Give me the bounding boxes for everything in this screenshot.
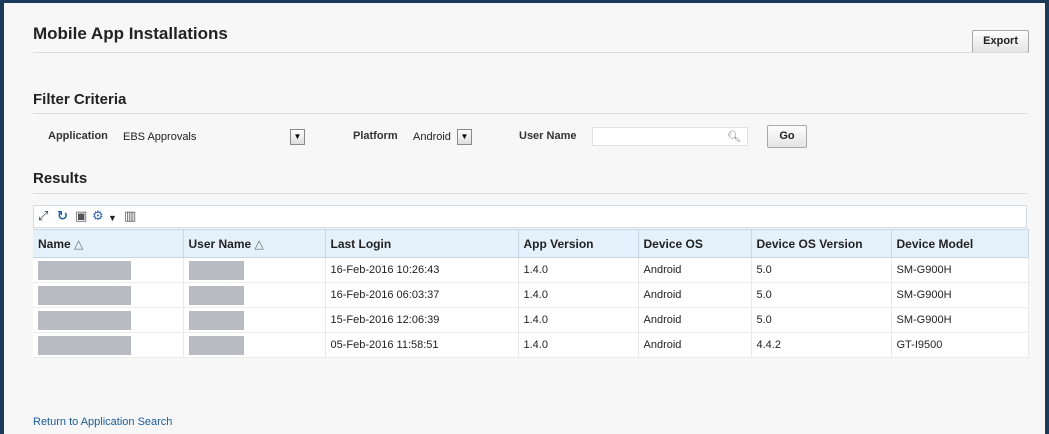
user-name-label: User Name <box>519 130 577 142</box>
results-table: Name △ User Name △ Last Login App Versio… <box>33 229 1029 358</box>
os-version-cell: 5.0 <box>751 282 892 308</box>
device-model-cell: SM-G900H <box>891 257 1029 283</box>
column-header-user-name[interactable]: User Name △ <box>183 229 326 258</box>
redacted-block <box>38 285 131 305</box>
last-login-cell: 16-Feb-2016 06:03:37 <box>325 282 519 308</box>
chevron-down-icon[interactable]: ▼ <box>290 129 305 145</box>
results-heading: Results <box>33 170 88 187</box>
column-header-app-version[interactable]: App Version <box>518 229 639 258</box>
user-name-cell <box>183 307 326 333</box>
device-os-cell: Android <box>638 332 752 358</box>
table-row[interactable]: 16-Feb-2016 10:26:43 1.4.0 Android 5.0 S… <box>33 257 1029 283</box>
last-login-cell: 15-Feb-2016 12:06:39 <box>325 307 519 333</box>
redacted-block <box>38 335 131 355</box>
filter-divider <box>33 113 1027 114</box>
dropdown-caret-icon[interactable]: ▼ <box>108 211 117 225</box>
column-header-last-login[interactable]: Last Login <box>325 229 519 258</box>
redacted-block <box>38 260 131 280</box>
column-header-device-os[interactable]: Device OS <box>638 229 752 258</box>
table-row[interactable]: 16-Feb-2016 06:03:37 1.4.0 Android 5.0 S… <box>33 282 1029 308</box>
redacted-block <box>188 260 244 280</box>
device-model-cell: SM-G900H <box>891 307 1029 333</box>
sort-icon[interactable]: △ <box>74 237 83 251</box>
column-header-device-model[interactable]: Device Model <box>891 229 1029 258</box>
name-cell <box>33 307 184 333</box>
app-version-cell: 1.4.0 <box>518 257 639 283</box>
search-icon[interactable]: 🔍︎ <box>727 130 741 143</box>
last-login-cell: 16-Feb-2016 10:26:43 <box>325 257 519 283</box>
platform-value: Android <box>413 131 451 143</box>
sort-icon[interactable]: △ <box>255 237 264 251</box>
columns-icon[interactable]: ▥ <box>124 209 136 223</box>
user-name-input[interactable]: 🔍︎ <box>592 127 748 146</box>
column-header-device-os-version[interactable]: Device OS Version <box>751 229 892 258</box>
platform-select[interactable]: Android ▼ <box>410 128 476 146</box>
os-version-cell: 4.4.2 <box>751 332 892 358</box>
freeze-icon[interactable]: ▣ <box>75 209 87 223</box>
refresh-icon[interactable]: ↻ <box>57 209 68 223</box>
app-version-cell: 1.4.0 <box>518 332 639 358</box>
user-name-cell <box>183 257 326 283</box>
name-cell <box>33 332 184 358</box>
platform-label: Platform <box>353 130 398 142</box>
application-select[interactable]: EBS Approvals ▼ <box>120 128 306 146</box>
user-name-cell <box>183 282 326 308</box>
device-os-cell: Android <box>638 307 752 333</box>
redacted-block <box>188 285 244 305</box>
device-model-cell: GT-I9500 <box>891 332 1029 358</box>
device-os-cell: Android <box>638 257 752 283</box>
chevron-down-icon[interactable]: ▼ <box>457 129 472 145</box>
results-toolbar: ⤢ ↻ ▣ ⚙ ▼ ▥ <box>33 205 1027 228</box>
table-row[interactable]: 05-Feb-2016 11:58:51 1.4.0 Android 4.4.2… <box>33 332 1029 358</box>
gear-icon[interactable]: ⚙ <box>92 209 104 223</box>
name-cell <box>33 257 184 283</box>
go-button[interactable]: Go <box>767 125 807 148</box>
table-header-row: Name △ User Name △ Last Login App Versio… <box>33 229 1029 258</box>
redacted-block <box>38 310 131 330</box>
os-version-cell: 5.0 <box>751 257 892 283</box>
results-divider <box>33 193 1027 194</box>
device-model-cell: SM-G900H <box>891 282 1029 308</box>
os-version-cell: 5.0 <box>751 307 892 333</box>
title-divider <box>33 52 1027 53</box>
column-header-name[interactable]: Name △ <box>33 229 184 258</box>
app-version-cell: 1.4.0 <box>518 307 639 333</box>
last-login-cell: 05-Feb-2016 11:58:51 <box>325 332 519 358</box>
redacted-block <box>188 310 244 330</box>
export-button[interactable]: Export <box>972 30 1029 53</box>
app-version-cell: 1.4.0 <box>518 282 639 308</box>
device-os-cell: Android <box>638 282 752 308</box>
name-cell <box>33 282 184 308</box>
filter-criteria-heading: Filter Criteria <box>33 91 127 108</box>
return-to-application-search-link[interactable]: Return to Application Search <box>33 416 172 428</box>
table-row[interactable]: 15-Feb-2016 12:06:39 1.4.0 Android 5.0 S… <box>33 307 1029 333</box>
redacted-block <box>188 335 244 355</box>
application-label: Application <box>48 130 108 142</box>
application-value: EBS Approvals <box>123 131 197 143</box>
page-title: Mobile App Installations <box>33 24 228 43</box>
user-name-cell <box>183 332 326 358</box>
detach-icon[interactable]: ⤢ <box>38 209 48 223</box>
